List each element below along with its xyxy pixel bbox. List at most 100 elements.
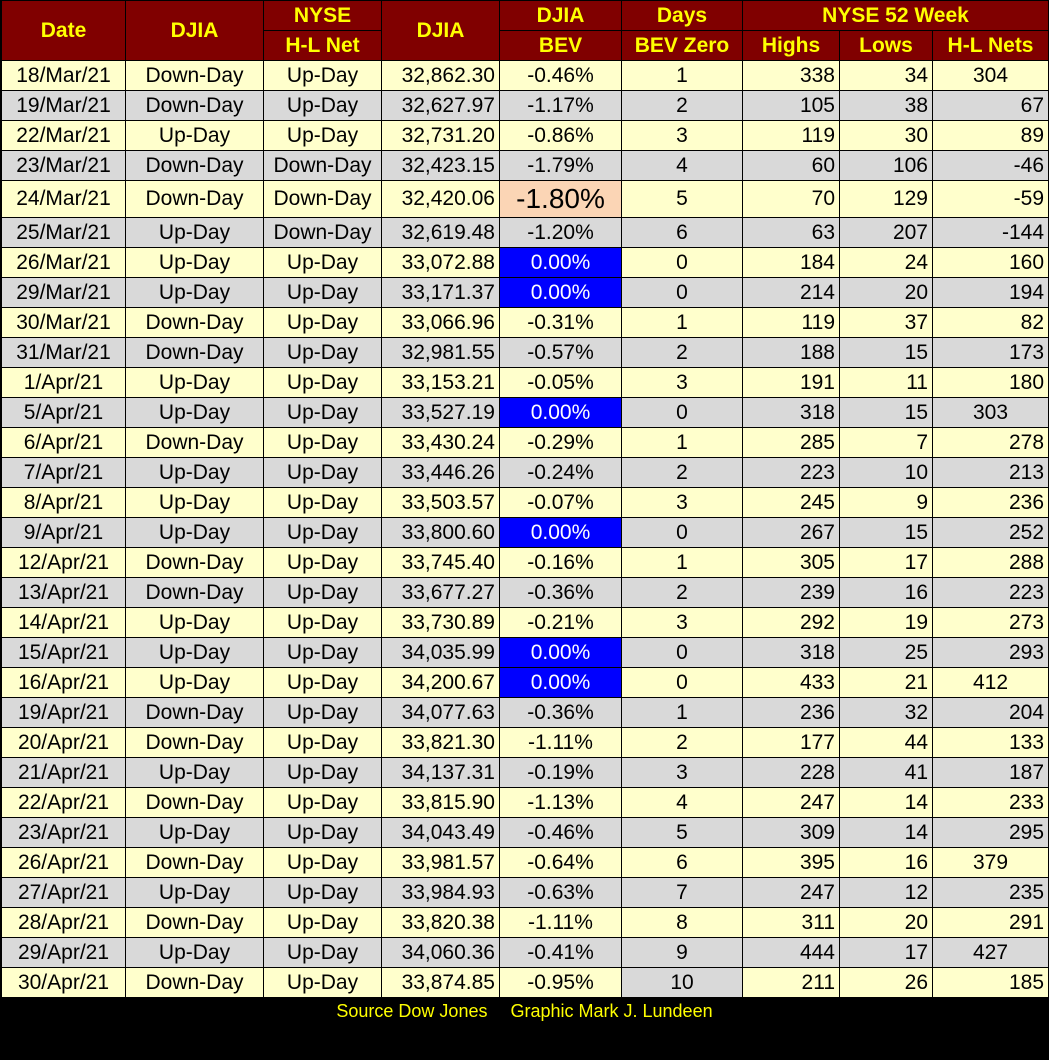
djia-bev-cell: -1.20% [499,217,622,248]
lows-cell: 25 [839,637,933,668]
djia-close-cell: 33,815.90 [381,787,500,818]
table-row: 21/Apr/21 Up-Day Up-Day 34,137.31 -0.19% 3 228… [1,757,1049,788]
highs-cell: 177 [742,727,840,758]
djia-close-cell: 33,066.96 [381,307,500,338]
table-row: 5/Apr/21 Up-Day Up-Day 33,527.19 0.00% 0 318 15… [1,397,1049,428]
highs-cell: 292 [742,607,840,638]
table-row: 20/Apr/21 Down-Day Up-Day 33,821.30 -1.11% 2 1… [1,727,1049,758]
highs-cell: 247 [742,877,840,908]
highs-cell: 63 [742,217,840,248]
djia-close-cell: 32,420.06 [381,180,500,218]
nyse-hl-direction-cell: Up-Day [263,367,382,398]
table-header: Date DJIA NYSE DJIA DJIA Days NYSE 52 We… [1,0,1049,61]
nyse-hl-direction-cell: Up-Day [263,427,382,458]
djia-direction-cell: Up-Day [125,247,264,278]
highs-cell: 245 [742,487,840,518]
table-row: 15/Apr/21 Up-Day Up-Day 34,035.99 0.00% 0 318 2… [1,637,1049,668]
days-bev-zero-cell: 1 [621,307,743,338]
hl-nets-cell: 273 [931,607,1049,638]
djia-close-cell: 33,820.38 [381,907,500,938]
djia-bev-cell: -0.31% [499,307,622,338]
date-cell: 31/Mar/21 [1,337,126,368]
table-row: 14/Apr/21 Up-Day Up-Day 33,730.89 -0.21% 3 292… [1,607,1049,638]
highs-cell: 119 [742,120,840,151]
nyse-hl-direction-cell: Up-Day [263,487,382,518]
table-row: 29/Mar/21 Up-Day Up-Day 33,171.37 0.00% 0 214 2… [1,277,1049,308]
table-body: 18/Mar/21 Down-Day Up-Day 32,862.30 -0.46% 1 3… [1,60,1049,998]
djia-direction-cell: Up-Day [125,637,264,668]
table-row: 18/Mar/21 Down-Day Up-Day 32,862.30 -0.46% 1 3… [1,60,1049,91]
highs-cell: 211 [742,967,840,998]
nyse-hl-direction-cell: Up-Day [263,120,382,151]
hl-nets-cell: 304 [931,60,1049,91]
hl-nets-cell: 82 [931,307,1049,338]
hl-nets-cell: 235 [931,877,1049,908]
lows-cell: 7 [839,427,933,458]
date-cell: 26/Mar/21 [1,247,126,278]
table-row: 23/Apr/21 Up-Day Up-Day 34,043.49 -0.46% 5 309… [1,817,1049,848]
lows-cell: 16 [839,847,933,878]
djia-bev-cell: -0.64% [499,847,622,878]
djia-direction-cell: Down-Day [125,577,264,608]
table-row: 7/Apr/21 Up-Day Up-Day 33,446.26 -0.24% 2 223 1… [1,457,1049,488]
djia-close-cell: 34,200.67 [381,667,500,698]
djia-close-cell: 33,981.57 [381,847,500,878]
hl-nets-cell: 194 [931,277,1049,308]
highs-cell: 70 [742,180,840,218]
table-row: 19/Mar/21 Down-Day Up-Day 32,627.97 -1.17% 2 1… [1,90,1049,121]
table-row: 22/Mar/21 Up-Day Up-Day 32,731.20 -0.86% 3 119… [1,120,1049,151]
days-bev-zero-cell: 3 [621,367,743,398]
table-row: 26/Apr/21 Down-Day Up-Day 33,981.57 -0.64% 6 3… [1,847,1049,878]
header-lows: Lows [839,30,933,61]
days-bev-zero-cell: 2 [621,337,743,368]
days-bev-zero-cell: 0 [621,397,743,428]
days-bev-zero-cell: 8 [621,907,743,938]
djia-close-cell: 33,503.57 [381,487,500,518]
djia-direction-cell: Up-Day [125,937,264,968]
date-cell: 29/Apr/21 [1,937,126,968]
lows-cell: 41 [839,757,933,788]
djia-close-cell: 33,821.30 [381,727,500,758]
days-bev-zero-cell: 0 [621,247,743,278]
nyse-hl-direction-cell: Up-Day [263,517,382,548]
footer: Source Dow Jones Graphic Mark J. Lundeen [0,998,1049,1025]
date-cell: 7/Apr/21 [1,457,126,488]
header-djia-bev: DJIA [499,0,622,31]
days-bev-zero-cell: 3 [621,757,743,788]
highs-cell: 236 [742,697,840,728]
hl-nets-cell: 180 [931,367,1049,398]
hl-nets-cell: 233 [931,787,1049,818]
hl-nets-cell: 89 [931,120,1049,151]
nyse-hl-direction-cell: Up-Day [263,577,382,608]
djia-bev-cell: -0.29% [499,427,622,458]
hl-nets-cell: -144 [931,217,1049,248]
date-cell: 6/Apr/21 [1,427,126,458]
lows-cell: 44 [839,727,933,758]
lows-cell: 16 [839,577,933,608]
table-row: 13/Apr/21 Down-Day Up-Day 33,677.27 -0.36% 2 2… [1,577,1049,608]
highs-cell: 247 [742,787,840,818]
nyse-hl-direction-cell: Up-Day [263,307,382,338]
days-bev-zero-cell: 9 [621,937,743,968]
hl-nets-cell: 427 [931,937,1049,968]
djia-close-cell: 34,060.36 [381,937,500,968]
djia-bev-cell: -0.41% [499,937,622,968]
hl-nets-cell: 187 [931,757,1049,788]
hl-nets-cell: 303 [931,397,1049,428]
date-cell: 28/Apr/21 [1,907,126,938]
djia-close-cell: 33,446.26 [381,457,500,488]
djia-direction-cell: Up-Day [125,367,264,398]
djia-close-cell: 32,981.55 [381,337,500,368]
highs-cell: 433 [742,667,840,698]
nyse-hl-direction-cell: Up-Day [263,907,382,938]
djia-direction-cell: Down-Day [125,697,264,728]
lows-cell: 30 [839,120,933,151]
date-cell: 25/Mar/21 [1,217,126,248]
header-djia: DJIA [381,0,500,61]
table-row: 29/Apr/21 Up-Day Up-Day 34,060.36 -0.41% 9 444… [1,937,1049,968]
hl-nets-cell: -59 [931,180,1049,218]
djia-bev-cell: -0.86% [499,120,622,151]
date-cell: 16/Apr/21 [1,667,126,698]
djia-direction-cell: Down-Day [125,337,264,368]
djia-bev-cell: -0.19% [499,757,622,788]
